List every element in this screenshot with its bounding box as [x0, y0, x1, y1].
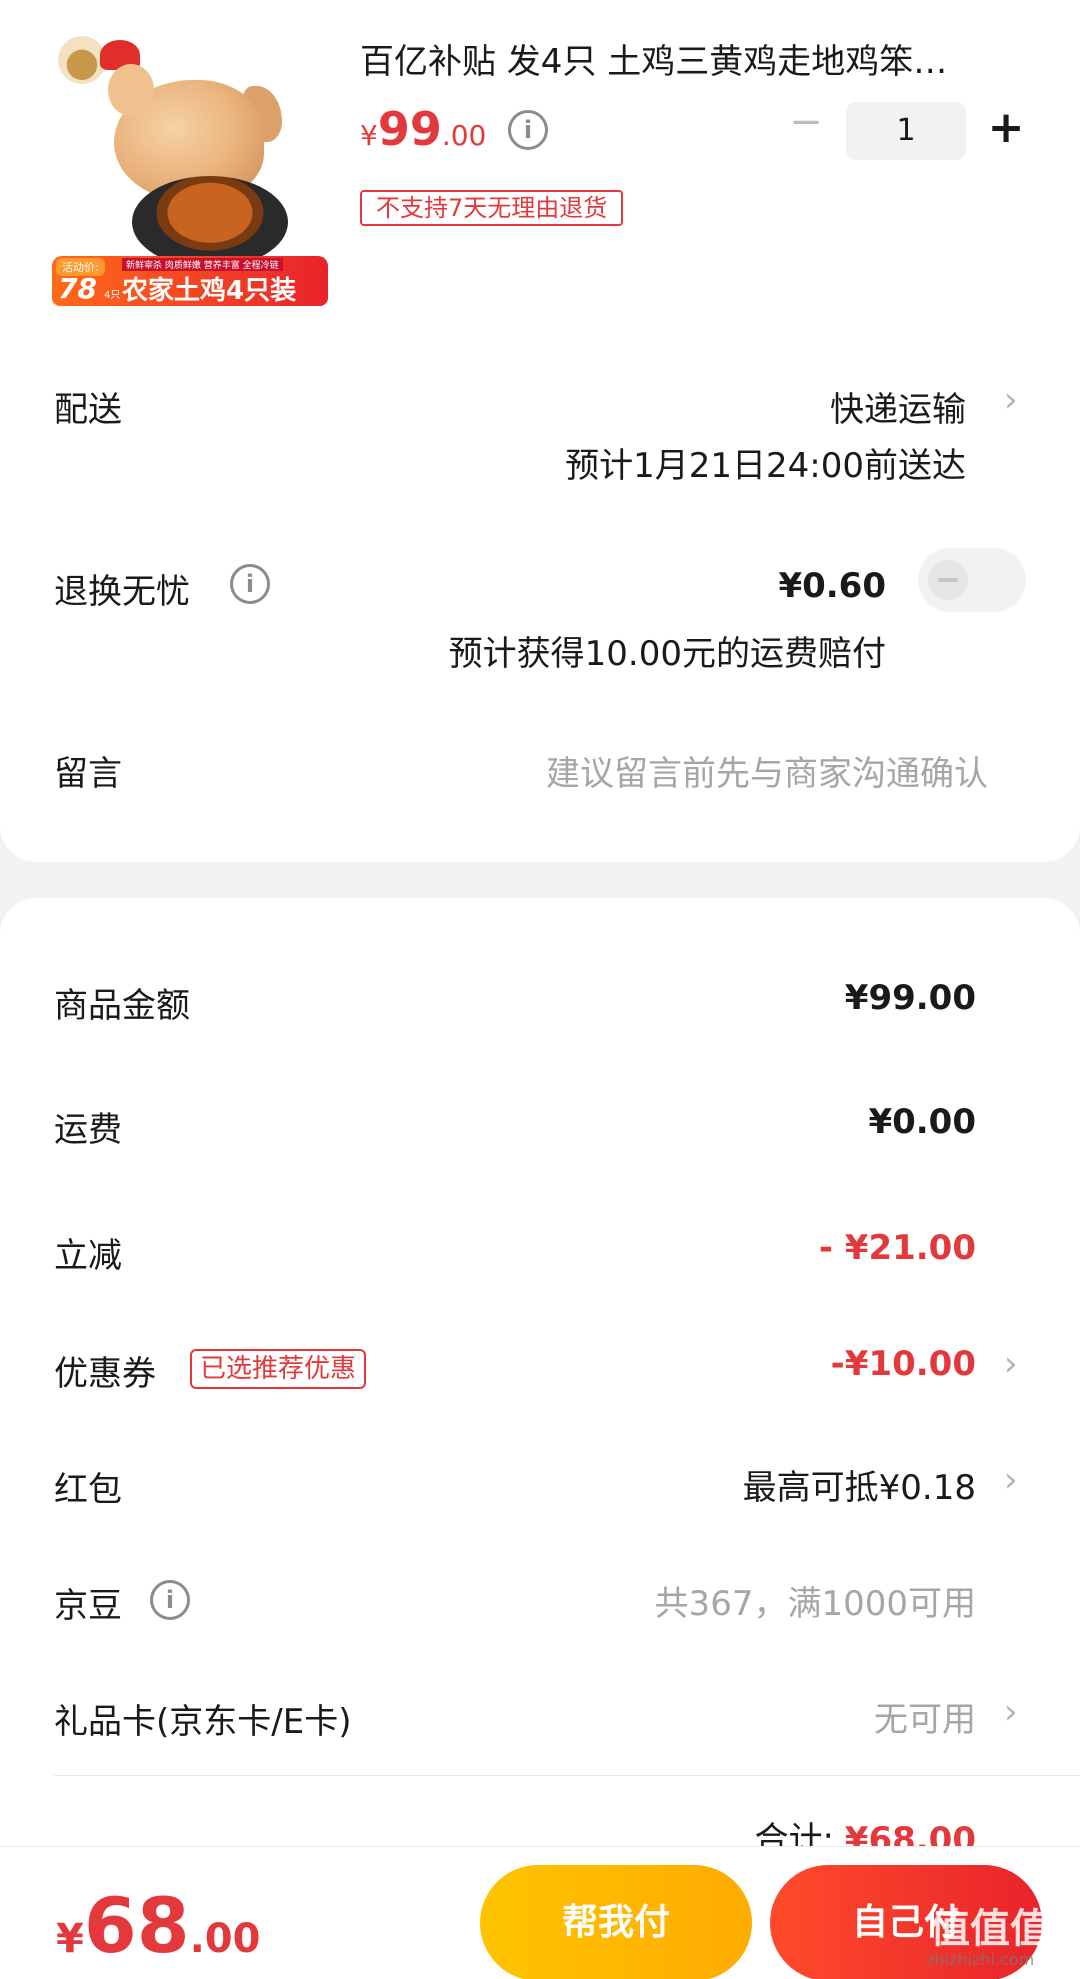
goods-amount-value: ¥99.00 — [844, 978, 976, 1018]
giftcard-value[interactable]: 无可用 — [874, 1692, 976, 1741]
discount-label: 立减 — [54, 1236, 122, 1276]
discount-value: - ¥21.00 — [818, 1228, 976, 1268]
product-image[interactable]: 活动价: 新鲜宰杀 肉质鲜嫩 营养丰富 全程冷链 78 4只 农家土鸡4只装 — [52, 28, 328, 306]
product-title[interactable]: 百亿补贴 发4只 土鸡三黄鸡走地鸡笨… — [360, 38, 1020, 86]
jingdou-value: 共367，满1000可用 — [654, 1584, 976, 1624]
giftcard-chevron-icon[interactable]: › — [1004, 1694, 1024, 1730]
price-decimal: .00 — [441, 119, 487, 152]
order-card-top: 活动价: 新鲜宰杀 肉质鲜嫩 营养丰富 全程冷链 78 4只 农家土鸡4只装 百… — [0, 0, 1080, 862]
giftcard-label: 礼品卡(京东卡/E卡) — [54, 1702, 352, 1742]
help-pay-button[interactable]: 帮我付 — [480, 1865, 752, 1979]
checkout-total-price: ¥68.00 — [56, 1881, 260, 1970]
checkout-price-integer: 68 — [83, 1881, 190, 1970]
promo-unit: 4只 — [104, 290, 121, 301]
quantity-minus-icon[interactable]: − — [784, 102, 828, 146]
checkout-currency: ¥ — [56, 1916, 84, 1962]
redpacket-value[interactable]: 最高可抵¥0.18 — [743, 1460, 976, 1509]
return-insurance-toggle[interactable] — [918, 548, 1026, 612]
price-integer: 99 — [377, 102, 442, 156]
return-insurance-info-icon[interactable]: i — [230, 564, 270, 604]
price-currency: ¥ — [360, 119, 378, 152]
coupon-badge: 已选推荐优惠 — [190, 1349, 367, 1389]
shipping-label: 运费 — [54, 1110, 122, 1150]
summary-divider — [54, 1775, 1080, 1776]
message-label: 留言 — [54, 754, 122, 794]
chicken-illustration-head — [108, 64, 154, 116]
checkout-price-decimal: .00 — [189, 1916, 261, 1962]
delivery-method[interactable]: 快递运输 — [830, 382, 966, 431]
return-insurance-price: ¥0.60 — [778, 566, 886, 606]
jingdou-label: 京豆 — [54, 1586, 122, 1626]
quantity-input[interactable]: 1 — [846, 102, 966, 160]
delivery-eta: 预计1月21日24:00前送达 — [565, 446, 966, 486]
promo-price: 78 — [58, 272, 97, 305]
jingdou-info-icon[interactable]: i — [150, 1580, 190, 1620]
redpacket-label: 红包 — [54, 1470, 122, 1510]
checkout-bar: ¥68.00 帮我付 自己付 — [0, 1846, 1080, 1979]
shipping-value: ¥0.00 — [868, 1102, 976, 1142]
coupon-chevron-icon[interactable]: › — [1004, 1346, 1024, 1382]
no-return-badge: 不支持7天无理由退货 — [360, 190, 624, 226]
delivery-chevron-icon[interactable]: › — [1004, 382, 1024, 418]
promo-banner: 活动价: 新鲜宰杀 肉质鲜嫩 营养丰富 全程冷链 78 4只 农家土鸡4只装 — [52, 256, 328, 306]
goods-amount-label: 商品金额 — [54, 986, 190, 1026]
return-insurance-note: 预计获得10.00元的运费赔付 — [448, 634, 886, 674]
coupon-label: 优惠券 — [54, 1354, 156, 1394]
stew-pot-illustration — [132, 176, 288, 268]
quantity-plus-icon[interactable]: + — [984, 106, 1028, 150]
return-insurance-label: 退换无忧 — [54, 572, 190, 612]
toggle-knob — [928, 560, 968, 600]
message-input[interactable]: 建议留言前先与商家沟通确认 — [546, 746, 988, 795]
promo-title: 农家土鸡4只装 — [122, 276, 297, 306]
product-price: ¥99.00 — [360, 102, 486, 156]
site-watermark-url: zhizhizhi.com — [926, 1950, 1035, 1969]
redpacket-chevron-icon[interactable]: › — [1004, 1462, 1024, 1498]
price-info-icon[interactable]: i — [508, 110, 548, 150]
brand-logo-icon — [58, 36, 106, 84]
coupon-value[interactable]: -¥10.00 — [831, 1344, 976, 1384]
delivery-label: 配送 — [54, 390, 122, 430]
site-watermark: 值值值 — [930, 1906, 1050, 1952]
